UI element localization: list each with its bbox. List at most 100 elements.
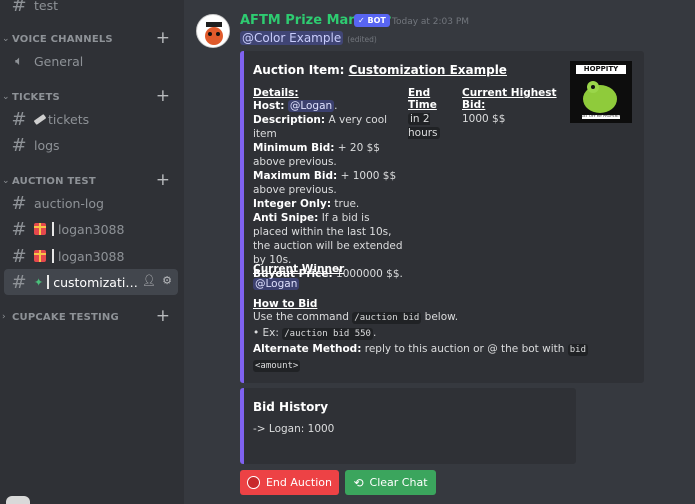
highest-bid-field: Current Highest Bid: 1000 $$ <box>462 87 572 126</box>
auction-embed: Auction Item: Customization Example HOPP… <box>240 51 644 383</box>
ticket-emoji-icon <box>33 113 47 125</box>
channel-label: General <box>34 53 84 69</box>
message-content: @Color Example (edited) <box>240 31 377 45</box>
integer-value: true. <box>331 198 360 210</box>
channel-logan3088-a[interactable]: # logan3088 <box>4 216 178 242</box>
sparkle-emoji-icon: ✦ <box>34 275 44 289</box>
command-code: /auction bid <box>352 312 422 324</box>
speaker-icon: 🔈︎ <box>15 53 23 69</box>
channel-tickets[interactable]: # tickets <box>4 106 178 132</box>
chevron-down-icon: ⌄ <box>2 34 10 44</box>
end-time-field: End Time in 2 hours <box>408 87 462 140</box>
hash-icon: # <box>11 192 27 214</box>
channel-general[interactable]: 🔈︎ General <box>4 48 178 74</box>
hash-icon: # <box>11 108 27 130</box>
embed-title-link[interactable]: Customization Example <box>349 63 507 77</box>
integer-label: Integer Only: <box>253 198 332 210</box>
category-label: TICKETS <box>12 91 60 103</box>
channel-label: auction-log <box>34 195 104 211</box>
add-channel-icon[interactable]: + <box>156 306 170 326</box>
how-text: • Ex: <box>253 327 283 339</box>
end-auction-button[interactable]: End Auction <box>240 470 339 495</box>
hash-icon: # <box>11 218 27 240</box>
gift-icon <box>34 250 46 262</box>
chevron-right-icon: › <box>2 312 6 322</box>
item-thumbnail[interactable]: HOPPITY GET OFF MY PROPERTY <box>570 61 632 123</box>
user-avatar-stub[interactable] <box>6 496 30 504</box>
bid-history-entry: -> Logan: 1000 <box>253 423 335 435</box>
embed-title-prefix: Auction Item: <box>253 63 349 77</box>
channel-label: logan3088 <box>58 248 125 264</box>
end-time-value: in 2 hours <box>408 113 440 139</box>
category-voice-channels[interactable]: ⌄ VOICE CHANNELS + <box>0 28 184 48</box>
category-auction-test[interactable]: ⌄ AUCTION TEST + <box>0 170 184 190</box>
divider <box>47 275 50 289</box>
field-name: Current Winner <box>253 263 345 275</box>
field-name: End Time <box>408 87 437 111</box>
max-bid-label: Maximum Bid: <box>253 170 338 182</box>
refresh-icon: ⟲ <box>353 475 364 490</box>
stop-circle-icon <box>246 476 260 489</box>
thumbnail-caption-bottom: GET OFF MY PROPERTY <box>580 114 622 118</box>
how-text: . <box>372 327 377 339</box>
alt-code: bid <box>567 344 589 356</box>
clear-chat-button[interactable]: ⟲ Clear Chat <box>345 470 436 495</box>
host-label: Host: <box>253 100 285 112</box>
edited-label: (edited) <box>347 35 377 44</box>
add-channel-icon[interactable]: + <box>156 28 170 48</box>
alt-method-value: reply to this auction or @ the bot with <box>361 343 568 355</box>
winner-mention[interactable]: @Logan <box>253 278 300 290</box>
gear-icon[interactable]: ⚙︎ <box>162 274 172 287</box>
channel-label: test <box>34 0 59 13</box>
embed-title: Auction Item: Customization Example <box>253 63 507 77</box>
field-name: Current Highest Bid: <box>462 87 557 111</box>
divider <box>52 249 54 263</box>
category-label: AUCTION TEST <box>12 175 96 187</box>
anti-snipe-label: Anti Snipe: <box>253 212 319 224</box>
gift-icon <box>34 223 46 235</box>
channel-logs[interactable]: # logs <box>4 132 178 158</box>
channel-auction-log[interactable]: # auction-log <box>4 190 178 216</box>
chevron-down-icon: ⌄ <box>2 176 10 186</box>
field-name: How to Bid <box>253 298 318 310</box>
channel-label: logs <box>34 137 60 153</box>
chevron-down-icon: ⌄ <box>2 92 10 102</box>
how-text: below. <box>421 311 459 323</box>
thumbnail-caption-top: HOPPITY <box>583 65 619 73</box>
channel-label: tickets <box>48 111 90 127</box>
add-channel-icon[interactable]: + <box>156 86 170 106</box>
host-mention[interactable]: @Logan <box>287 100 335 112</box>
alt-method-label: Alternate Method: <box>253 343 362 355</box>
category-tickets[interactable]: ⌄ TICKETS + <box>0 86 184 106</box>
role-mention[interactable]: @Color Example <box>240 31 344 45</box>
bid-history-title: Bid History <box>253 400 329 414</box>
bot-avatar[interactable] <box>196 14 230 48</box>
channel-sidebar: # test ⌄ VOICE CHANNELS + 🔈︎ General ⌄ T… <box>0 0 184 504</box>
details-field: Details: Host: @Logan. Description: A ve… <box>253 87 405 281</box>
divider <box>52 222 54 236</box>
how-to-bid-field: How to Bid Use the command /auction bid … <box>253 298 638 374</box>
field-name: Details: <box>253 87 299 99</box>
add-channel-icon[interactable]: + <box>156 170 170 190</box>
hash-icon: # <box>11 271 27 293</box>
message-timestamp: Today at 2:03 PM <box>392 17 470 27</box>
how-text: Use the command <box>253 311 353 323</box>
button-label: End Auction <box>265 476 333 489</box>
hash-icon: # <box>11 245 27 267</box>
bot-badge: ✓ BOT <box>354 14 390 27</box>
channel-customization[interactable]: # ✦ customization... 👤︎ ⚙︎ <box>4 269 178 295</box>
channel-test[interactable]: # test <box>4 0 178 18</box>
example-code: /auction bid 550 <box>282 328 373 340</box>
alt-code: <amount> <box>253 360 301 372</box>
channel-logan3088-b[interactable]: # logan3088 <box>4 243 178 269</box>
category-label: CUPCAKE TESTING <box>12 311 119 323</box>
chat-area: AFTM Prize Manager ✓ BOT Today at 2:03 P… <box>184 0 695 504</box>
min-bid-label: Minimum Bid: <box>253 142 335 154</box>
channel-label: customization... <box>53 274 139 290</box>
description-label: Description: <box>253 114 326 126</box>
add-member-icon[interactable]: 👤︎ <box>142 274 156 287</box>
details-value: Host: @Logan. Description: A very cool i… <box>253 100 403 280</box>
hash-icon: # <box>11 134 27 156</box>
category-cupcake-testing[interactable]: › CUPCAKE TESTING + <box>0 306 184 326</box>
hash-icon: # <box>11 0 27 16</box>
